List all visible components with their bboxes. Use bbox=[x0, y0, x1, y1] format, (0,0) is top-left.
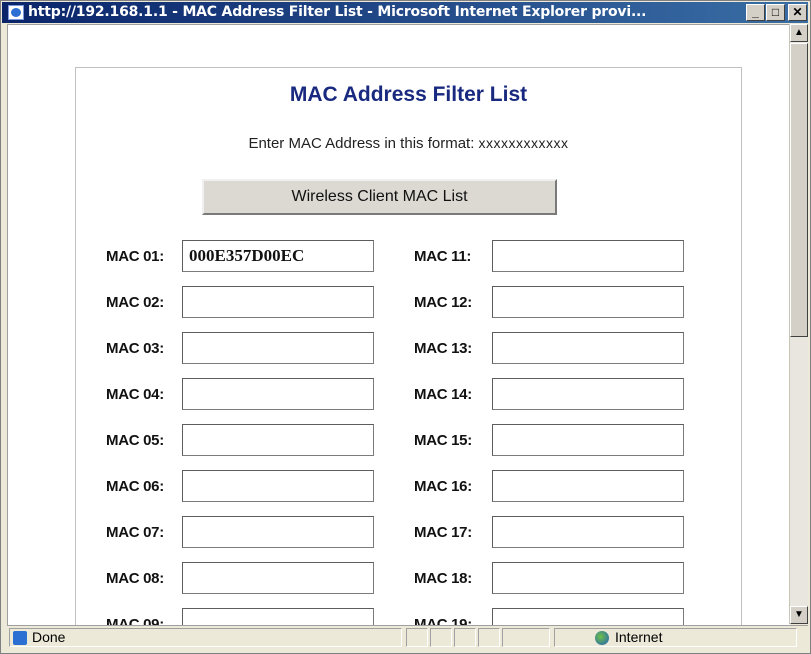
mac-address-field[interactable] bbox=[492, 470, 684, 502]
mac-label: MAC 14: bbox=[414, 386, 472, 403]
status-text: Done bbox=[32, 629, 66, 645]
mac-row: MAC 14: bbox=[76, 378, 741, 412]
status-cell bbox=[406, 628, 428, 647]
format-instruction: Enter MAC Address in this format: xxxxxx… bbox=[76, 135, 741, 152]
mac-label: MAC 17: bbox=[414, 524, 472, 541]
mac-label: MAC 18: bbox=[414, 570, 472, 587]
page-viewport: MAC Address Filter List Enter MAC Addres… bbox=[7, 24, 790, 625]
mac-address-field[interactable] bbox=[492, 332, 684, 364]
ie-window: http://192.168.1.1 - MAC Address Filter … bbox=[0, 0, 811, 654]
wireless-client-mac-list-button[interactable]: Wireless Client MAC List bbox=[202, 179, 557, 215]
mac-address-field[interactable] bbox=[492, 378, 684, 410]
mac-row: MAC 16: bbox=[76, 470, 741, 504]
ie-page-icon bbox=[13, 631, 27, 645]
format-prefix: Enter MAC Address in this format: bbox=[248, 135, 479, 152]
mac-address-field[interactable] bbox=[492, 240, 684, 272]
mac-row: MAC 12: bbox=[76, 286, 741, 320]
scroll-thumb[interactable] bbox=[790, 43, 808, 337]
mac-address-field[interactable] bbox=[492, 516, 684, 548]
mac-row: MAC 11: bbox=[76, 240, 741, 274]
maximize-button[interactable]: □ bbox=[766, 4, 785, 21]
status-cell bbox=[502, 628, 550, 647]
mac-address-field[interactable] bbox=[492, 286, 684, 318]
mac-label: MAC 19: bbox=[414, 616, 472, 625]
scroll-up-button[interactable]: ▲ bbox=[790, 24, 808, 42]
mac-label: MAC 15: bbox=[414, 432, 472, 449]
close-button[interactable]: ✕ bbox=[788, 4, 807, 21]
page-title: MAC Address Filter List bbox=[289, 83, 528, 106]
mac-label: MAC 12: bbox=[414, 294, 472, 311]
format-example: xxxxxxxxxxxx bbox=[478, 135, 569, 151]
filter-panel: MAC Address Filter List Enter MAC Addres… bbox=[75, 67, 742, 625]
mac-address-field[interactable] bbox=[492, 424, 684, 456]
mac-address-field[interactable] bbox=[492, 562, 684, 594]
mac-label: MAC 16: bbox=[414, 478, 472, 495]
status-cell-main: Done bbox=[9, 628, 402, 647]
mac-label: MAC 13: bbox=[414, 340, 472, 357]
mac-row: MAC 13: bbox=[76, 332, 741, 366]
mac-row: MAC 18: bbox=[76, 562, 741, 596]
zone-text: Internet bbox=[615, 629, 663, 645]
status-bar: Done Internet bbox=[7, 625, 808, 650]
mac-row: MAC 15: bbox=[76, 424, 741, 458]
ie-page-icon bbox=[8, 5, 24, 20]
mac-address-field[interactable] bbox=[492, 608, 684, 625]
mac-row: MAC 17: bbox=[76, 516, 741, 550]
window-title: http://192.168.1.1 - MAC Address Filter … bbox=[28, 4, 647, 20]
title-bar[interactable]: http://192.168.1.1 - MAC Address Filter … bbox=[2, 2, 808, 23]
status-cell bbox=[478, 628, 500, 647]
minimize-button[interactable]: _ bbox=[746, 4, 765, 21]
mac-row: MAC 19: bbox=[76, 608, 741, 625]
status-cell bbox=[430, 628, 452, 647]
globe-icon bbox=[595, 631, 609, 645]
mac-label: MAC 11: bbox=[414, 248, 472, 265]
zone-cell: Internet bbox=[554, 628, 797, 647]
scroll-down-button[interactable]: ▼ bbox=[790, 606, 808, 624]
vertical-scrollbar[interactable]: ▲ ▼ bbox=[789, 24, 808, 624]
status-cell bbox=[454, 628, 476, 647]
